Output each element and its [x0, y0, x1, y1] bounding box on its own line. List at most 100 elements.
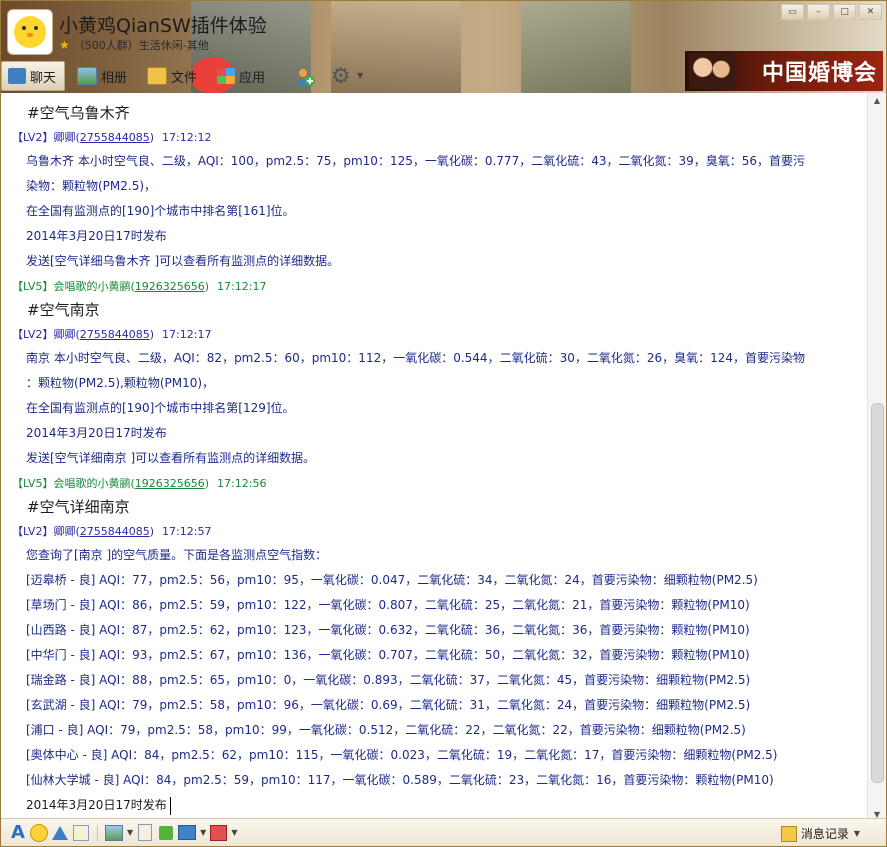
message-time: 17:12:57 [162, 525, 212, 538]
ad-banner[interactable]: 中国婚博会 [685, 51, 883, 91]
member-level: 【LV2】 [12, 131, 54, 144]
font-icon[interactable]: A [9, 822, 27, 843]
gift-icon [209, 824, 227, 841]
message-sender: 【LV5】会唱歌的小黄鹂(1926325656) 17:12:56 [12, 477, 267, 490]
tab-bar: 聊天 相册 文件 应用 [1, 61, 279, 91]
chevron-down-icon[interactable]: ▼ [127, 828, 133, 837]
message-area[interactable]: #空气乌鲁木齐 【LV2】卿卿(2755844085) 17:12:12 乌鲁木齐 本… [1, 93, 870, 821]
message-line-text: [玄武湖 - 良] AQI：79，pm2.5：58，pm10：96，一氧化碳：0… [26, 698, 751, 712]
message-scrollbar[interactable]: ▲ ▼ [867, 93, 886, 821]
message-line-text: 发送[空气详细南京 ]可以查看所有监测点的详细数据。 [26, 451, 316, 465]
music-icon [159, 825, 174, 840]
message-line: [玄武湖 - 良] AQI：79，pm2.5：58，pm10：96，一氧化碳：0… [26, 693, 862, 718]
music-button[interactable] [157, 824, 175, 842]
message-line: [中华门 - 良] AQI：93，pm2.5：67，pm10：136，一氧化碳：… [26, 643, 862, 668]
scroll-up-icon[interactable]: ▲ [868, 93, 886, 107]
message-line: 2014年3月20日17时发布 [26, 793, 862, 818]
sender-name[interactable]: 会唱歌的小黄鹂 [53, 477, 130, 490]
message-time: 17:12:56 [217, 477, 267, 490]
tab-chat[interactable]: 聊天 [1, 61, 66, 91]
sender-name[interactable]: 卿卿 [53, 525, 75, 538]
file-icon [147, 67, 168, 85]
window-title: 小黄鸡QianSW插件体验 [59, 15, 267, 37]
tab-label: 聊天 [30, 70, 57, 86]
emoji-button[interactable] [30, 823, 48, 842]
star-icon: ★ [59, 38, 70, 52]
tab-app[interactable]: 应用 [211, 62, 273, 90]
ad-text: 中国婚博会 [761, 61, 877, 86]
header-background [521, 1, 631, 93]
chat-icon [8, 68, 26, 84]
screenshot-button[interactable] [178, 824, 197, 842]
message-line: 染物：颗粒物(PM2.5)， [26, 174, 862, 199]
history-label: 消息记录 [800, 827, 849, 841]
message-line-text: 2014年3月20日17时发布 [26, 229, 167, 243]
message-line: 在全国有监测点的[190]个城市中排名第[129]位。 [26, 396, 862, 421]
skin-button[interactable]: ▭ [781, 4, 804, 20]
message-line-text: 2014年3月20日17时发布 [26, 798, 167, 812]
tab-label: 应用 [239, 70, 266, 86]
close-button[interactable]: ✕ [859, 4, 882, 20]
message-history-button[interactable]: 消息记录 ▼ [780, 825, 860, 842]
message-line-text: [奥体中心 - 良] AQI：84，pm2.5：62，pm10：115，一氧化碳… [26, 748, 778, 762]
sender-name[interactable]: 会唱歌的小黄鹂 [53, 280, 130, 293]
minimize-button[interactable]: – [807, 4, 830, 20]
message-time: 17:12:12 [162, 131, 212, 144]
gift-button[interactable] [209, 824, 227, 842]
chevron-down-icon[interactable]: ▼ [231, 828, 237, 837]
document-button[interactable] [136, 824, 154, 842]
scroll-thumb[interactable] [871, 403, 884, 783]
tab-album[interactable]: 相册 [71, 62, 135, 90]
sender-uid[interactable]: 2755844085 [80, 131, 150, 144]
command-text: #空气南京 [27, 301, 100, 319]
message-line-text: 乌鲁木齐 本小时空气良、二级，AQI：100，pm2.5：75，pm10：125… [26, 154, 806, 168]
shake-button[interactable] [51, 824, 69, 842]
message-sender: 【LV2】卿卿(2755844085) 17:12:12 [12, 131, 212, 144]
message-sender: 【LV5】会唱歌的小黄鹂(1926325656) 17:12:17 [12, 280, 267, 293]
image-button[interactable] [105, 824, 123, 842]
sender-name[interactable]: 卿卿 [53, 131, 75, 144]
note-button[interactable] [72, 824, 90, 842]
member-level: 【LV2】 [12, 525, 54, 538]
gear-icon[interactable]: ⚙ [331, 64, 351, 89]
message-line: [瑞金路 - 良] AQI：88，pm2.5：65，pm10：0，一氧化碳：0.… [26, 668, 862, 693]
group-subtitle: ★ （500人群）生活休闲-其他 [59, 37, 209, 53]
member-level: 【LV5】 [12, 280, 54, 293]
message-line-text: 您查询了[南京 ]的空气质量。下面是各监测点空气指数： [26, 548, 328, 562]
message-line: [仙林大学城 - 良] AQI：84，pm2.5：59，pm10：117，一氧化… [26, 768, 862, 793]
sender-uid[interactable]: 1926325656 [135, 280, 205, 293]
message-line-text: 在全国有监测点的[190]个城市中排名第[161]位。 [26, 204, 295, 218]
add-member-icon[interactable] [295, 67, 315, 87]
message-line-text: [仙林大学城 - 良] AQI：84，pm2.5：59，pm10：117，一氧化… [26, 773, 774, 787]
message-body: 您查询了[南京 ]的空气质量。下面是各监测点空气指数： [迈皋桥 - 良] AQI… [26, 543, 862, 818]
chick-icon [14, 16, 46, 48]
message-line-text: [草场门 - 良] AQI：86，pm2.5：59，pm10：122，一氧化碳：… [26, 598, 750, 612]
message-line-text: [瑞金路 - 良] AQI：88，pm2.5：65，pm10：0，一氧化碳：0.… [26, 673, 751, 687]
sender-uid[interactable]: 2755844085 [80, 525, 150, 538]
window-controls: ▭ – □ ✕ [781, 4, 882, 20]
message-time: 17:12:17 [162, 328, 212, 341]
message-line-text: 在全国有监测点的[190]个城市中排名第[129]位。 [26, 401, 295, 415]
message-line-text: ：颗粒物(PM2.5),颗粒物(PM10)， [26, 376, 215, 390]
message-line: 发送[空气详细南京 ]可以查看所有监测点的详细数据。 [26, 446, 862, 471]
maximize-button[interactable]: □ [833, 4, 856, 20]
document-icon [138, 824, 153, 841]
sender-uid[interactable]: 2755844085 [80, 328, 150, 341]
smile-icon [30, 823, 48, 842]
chevron-down-icon[interactable]: ▼ [200, 828, 206, 837]
album-icon [77, 67, 98, 85]
message-line-text: [迈皋桥 - 良] AQI：77，pm2.5：56，pm10：95，一氧化碳：0… [26, 573, 758, 587]
sender-name[interactable]: 卿卿 [53, 328, 75, 341]
chevron-down-icon: ▼ [853, 829, 860, 838]
chevron-down-icon[interactable]: ▼ [357, 71, 363, 80]
shake-icon [52, 825, 68, 840]
message-line: [草场门 - 良] AQI：86，pm2.5：59，pm10：122，一氧化碳：… [26, 593, 862, 618]
history-icon [780, 825, 797, 842]
sender-uid[interactable]: 1926325656 [135, 477, 205, 490]
group-avatar[interactable] [7, 9, 53, 55]
member-level: 【LV2】 [12, 328, 54, 341]
chat-window: 小黄鸡QianSW插件体验 ★ （500人群）生活休闲-其他 ▭ – □ ✕ 聊… [0, 0, 887, 847]
tab-file[interactable]: 文件 [141, 62, 205, 90]
window-header: 小黄鸡QianSW插件体验 ★ （500人群）生活休闲-其他 ▭ – □ ✕ 聊… [1, 1, 886, 93]
screenshot-icon [178, 825, 197, 840]
